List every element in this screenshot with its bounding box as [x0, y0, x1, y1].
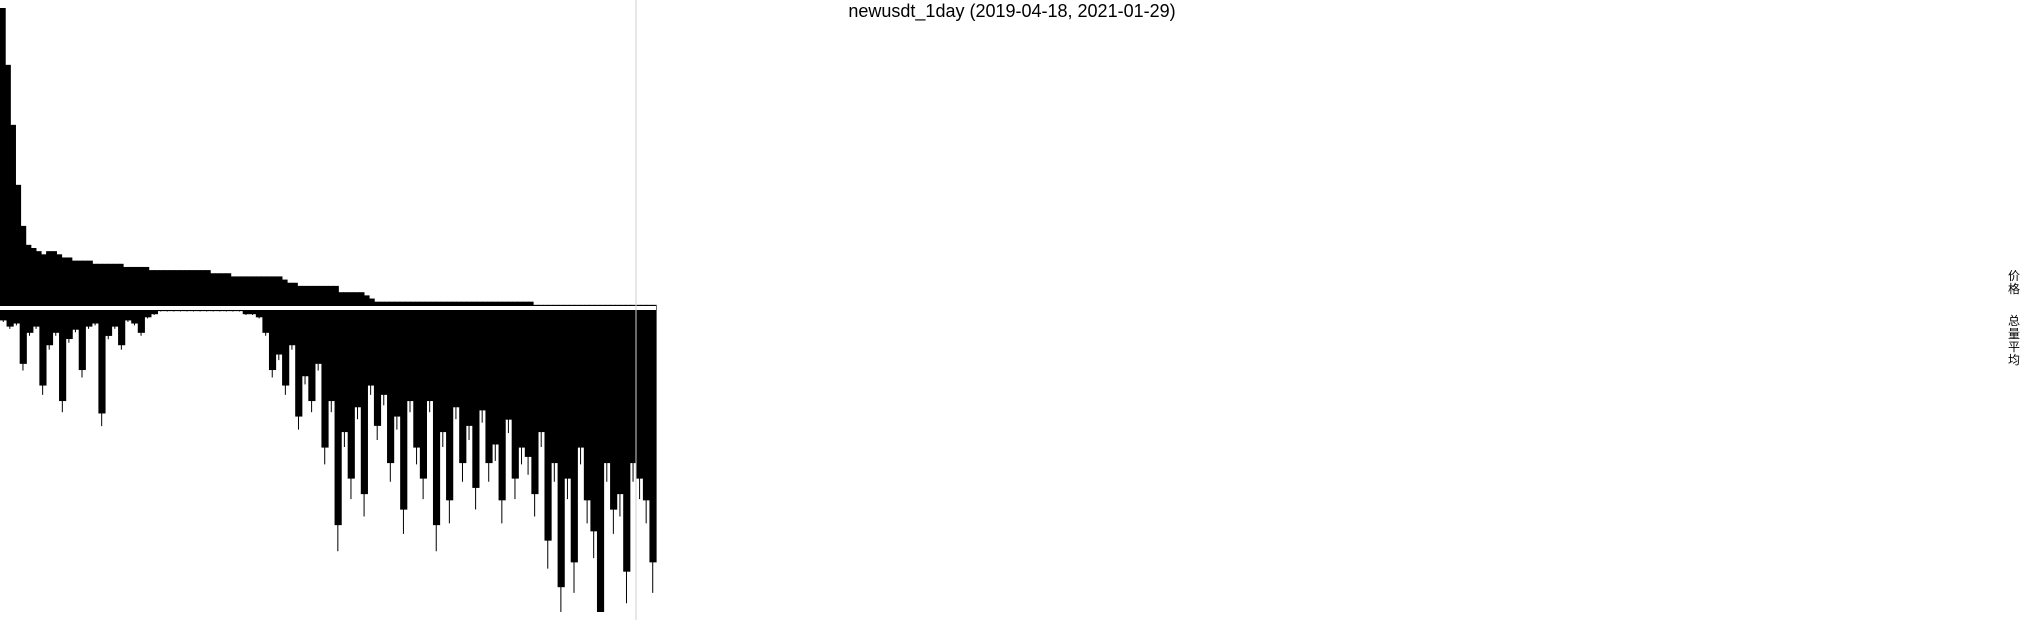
price-bar: [133, 266, 139, 308]
price-bar: [261, 276, 268, 308]
price-bar: [97, 263, 104, 308]
price-bar: [220, 273, 227, 308]
price-bar: [102, 263, 109, 308]
price-bar: [41, 254, 47, 308]
price-bar: [5, 64, 11, 308]
price-bar: [51, 251, 57, 308]
price-bar: [297, 285, 303, 308]
price-bar: [281, 279, 288, 308]
price-bar: [256, 276, 262, 308]
price-bar: [235, 276, 242, 308]
price-bar: [307, 285, 314, 308]
price-bar: [20, 225, 27, 308]
price-bar: [92, 263, 98, 308]
price-bar: [25, 244, 32, 308]
price-bar: [322, 285, 329, 308]
price-bar: [317, 285, 324, 308]
price-bar: [276, 276, 283, 308]
price-bar: [117, 263, 124, 308]
price-bar: [76, 260, 83, 308]
price-bar: [10, 124, 16, 308]
price-bar: [148, 270, 155, 308]
price-bar: [353, 292, 360, 308]
price-bar: [184, 270, 191, 308]
price-bar: [194, 270, 201, 308]
price-bar: [179, 270, 186, 308]
price-bar: [292, 282, 298, 308]
price-bar: [302, 285, 309, 308]
price-bar: [205, 270, 211, 308]
price-bar: [251, 276, 257, 308]
price-bar: [215, 273, 221, 308]
price-bar: [71, 260, 78, 308]
price-axis-label: 价格: [2007, 269, 2020, 296]
price-bar: [174, 270, 180, 308]
price-bar: [158, 270, 165, 308]
price-bar: [199, 270, 206, 308]
price-bar: [169, 270, 175, 308]
price-bar: [0, 8, 6, 308]
price-bar: [112, 263, 119, 308]
price-bar: [56, 254, 63, 308]
price-bar: [138, 266, 145, 308]
price-bar: [230, 276, 237, 308]
price-bar: [189, 270, 196, 308]
volume-axis-label: 总量平均: [2007, 314, 2020, 367]
price-bar: [246, 276, 252, 308]
price-bar: [358, 292, 365, 308]
price-bar: [46, 251, 52, 308]
price-bar: [153, 270, 160, 308]
price-bar: [225, 273, 232, 308]
price-bar: [123, 266, 129, 308]
volume-series-bars: [0, 308, 657, 612]
price-bar: [35, 251, 42, 308]
price-bar: [287, 282, 293, 308]
price-bar: [240, 276, 247, 308]
price-series-bars: [0, 8, 657, 308]
price-bar: [128, 266, 134, 308]
price-bar: [328, 285, 334, 308]
price-bar: [143, 266, 150, 308]
price-bar: [66, 257, 73, 308]
price-bar: [271, 276, 278, 308]
price-bar: [61, 257, 68, 308]
price-bar: [210, 273, 216, 308]
price-bar: [333, 285, 339, 308]
price-bar: [15, 184, 22, 308]
price-bar: [312, 285, 319, 308]
chart-plot: [0, 0, 657, 620]
price-bar: [338, 292, 344, 308]
price-bar: [87, 260, 93, 308]
price-bar: [343, 292, 350, 308]
price-bar: [82, 260, 88, 308]
price-bar: [164, 270, 170, 308]
price-bar: [266, 276, 273, 308]
price-bar: [348, 292, 355, 308]
price-bar: [107, 263, 114, 308]
price-bar: [30, 248, 37, 308]
